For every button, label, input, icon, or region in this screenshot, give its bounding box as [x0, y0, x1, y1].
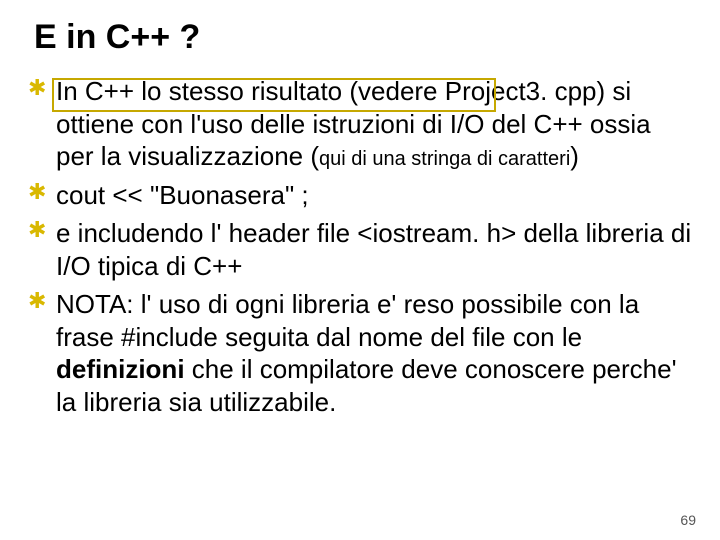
bullet-4-text-a: NOTA: l' uso di ogni libreria e' reso po…: [56, 289, 639, 352]
bullet-icon: ✱: [28, 79, 46, 97]
bullet-1-text-a: In C++ lo stesso risultato (vedere: [56, 76, 438, 106]
bullet-4: ✱ NOTA: l' uso di ogni libreria e' reso …: [28, 288, 692, 418]
bullet-1: ✱ In C++ lo stesso risultato (vedere Pro…: [28, 75, 692, 173]
page-number: 69: [680, 512, 696, 528]
bullet-icon: ✱: [28, 221, 46, 239]
bullet-icon: ✱: [28, 183, 46, 201]
bullet-3-text: e includendo l' header file <iostream. h…: [56, 218, 691, 281]
bullet-1-text-c: qui di una stringa di caratteri: [319, 148, 570, 170]
bullet-4-text-bold: definizioni: [56, 354, 185, 384]
bullet-2-text: cout << "Buonasera" ;: [56, 180, 309, 210]
slide-title: E in C++ ?: [34, 18, 692, 57]
bullet-list: ✱ In C++ lo stesso risultato (vedere Pro…: [28, 75, 692, 418]
bullet-3: ✱ e includendo l' header file <iostream.…: [28, 217, 692, 282]
slide-content: E in C++ ? ✱ In C++ lo stesso risultato …: [0, 0, 720, 418]
bullet-icon: ✱: [28, 292, 46, 310]
bullet-2: ✱ cout << "Buonasera" ;: [28, 179, 692, 212]
bullet-1-text-d: ): [570, 141, 579, 171]
